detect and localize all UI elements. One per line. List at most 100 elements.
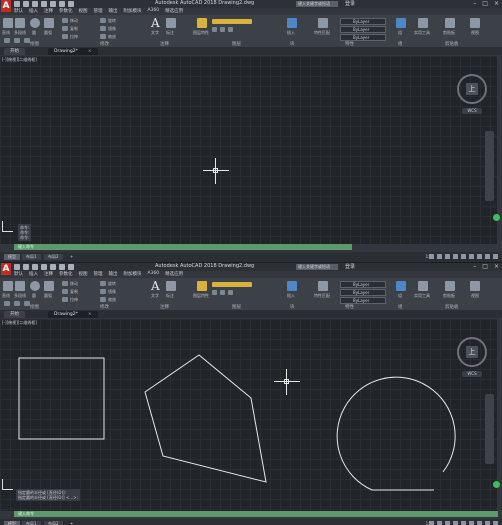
ribbon-tab[interactable]: 输出 <box>109 8 118 15</box>
layer-tool-icon[interactable] <box>212 290 217 295</box>
ribbon-tab[interactable]: 视图 <box>79 271 88 278</box>
layout-tab-2[interactable]: 布局2 <box>44 521 63 525</box>
search-input[interactable]: 键入关键字或短语 <box>296 264 338 270</box>
open-file-icon[interactable] <box>23 264 29 270</box>
lineweight-dropdown[interactable]: ByLayer <box>340 297 386 304</box>
ribbon-tab[interactable]: 附加模块 <box>124 271 142 278</box>
autocad-logo-icon[interactable]: A <box>1 263 11 275</box>
line-tool-icon[interactable] <box>3 18 13 28</box>
rectangle-tool-icon[interactable] <box>4 38 10 43</box>
ortho-icon[interactable] <box>453 521 458 525</box>
text-tool-icon[interactable]: A <box>151 280 161 292</box>
ribbon-tab[interactable]: 输出 <box>109 271 118 278</box>
layout-tab-1[interactable]: 布局1 <box>22 254 41 260</box>
tab-drawing2[interactable]: Drawing2* × <box>48 48 98 55</box>
rectangle-tool-icon[interactable] <box>4 301 10 306</box>
circle-tool-icon[interactable] <box>30 18 40 28</box>
ribbon-tab[interactable]: 注释 <box>44 271 53 278</box>
ribbon-tab[interactable]: 管理 <box>94 8 103 15</box>
redo-icon[interactable] <box>68 1 74 7</box>
drawn-square[interactable] <box>18 357 105 440</box>
workspace-icon[interactable] <box>485 254 490 259</box>
text-tool-icon[interactable]: A <box>151 17 161 29</box>
layer-properties-icon[interactable] <box>197 281 207 291</box>
tab-start[interactable]: 开始 <box>4 311 25 318</box>
ribbon-tab[interactable]: 精选应用 <box>165 8 183 15</box>
wcs-menu[interactable]: WCS <box>462 371 482 377</box>
ribbon-tab[interactable]: 精选应用 <box>165 271 183 278</box>
linetype-dropdown[interactable]: ByLayer <box>340 289 386 296</box>
clipboard-icon[interactable] <box>445 18 455 28</box>
insert-block-icon[interactable] <box>287 281 297 291</box>
ribbon-tab[interactable]: 默认 <box>14 271 23 278</box>
tab-drawing2[interactable]: Drawing2* × <box>48 311 98 318</box>
circle-tool-icon[interactable] <box>30 281 40 291</box>
layer-properties-icon[interactable] <box>197 18 207 28</box>
lineweight-icon[interactable] <box>477 521 482 525</box>
close-icon[interactable]: × <box>494 263 499 270</box>
save-icon[interactable] <box>32 264 38 270</box>
copy-icon[interactable] <box>62 26 68 31</box>
undo-icon[interactable] <box>59 1 65 7</box>
mirror-icon[interactable] <box>100 26 106 31</box>
close-icon[interactable]: × <box>494 0 499 7</box>
group-icon[interactable] <box>396 281 406 291</box>
stretch-icon[interactable] <box>62 297 68 302</box>
polar-icon[interactable] <box>461 254 466 259</box>
view-icon[interactable] <box>470 18 480 28</box>
add-layout-button[interactable]: + <box>66 521 77 525</box>
new-file-icon[interactable] <box>14 1 20 7</box>
command-line[interactable]: 键入命令 <box>14 511 498 517</box>
move-icon[interactable] <box>62 281 68 286</box>
polar-icon[interactable] <box>461 521 466 525</box>
model-space-icon[interactable] <box>429 254 434 259</box>
sign-in-link[interactable]: 登录 <box>345 263 355 270</box>
color-dropdown[interactable]: ByLayer <box>340 18 386 25</box>
color-dropdown[interactable]: ByLayer <box>340 281 386 288</box>
save-as-icon[interactable] <box>41 1 47 7</box>
drawing-canvas[interactable]: [-][俯视][二维线框] 上 WCS 命令: 命令: 命令: <box>0 56 497 244</box>
view-icon[interactable] <box>470 281 480 291</box>
viewcube[interactable]: 上 <box>457 74 487 104</box>
ribbon-tab[interactable]: A360 <box>148 271 160 278</box>
copy-icon[interactable] <box>62 289 68 294</box>
print-icon[interactable] <box>50 1 56 7</box>
layer-dropdown[interactable] <box>212 282 252 287</box>
rotate-icon[interactable] <box>100 18 106 23</box>
utilities-icon[interactable] <box>418 18 428 28</box>
command-line[interactable]: 键入命令 <box>14 244 352 250</box>
model-space-icon[interactable] <box>429 521 434 525</box>
ribbon-tab[interactable]: 插入 <box>29 271 38 278</box>
line-tool-icon[interactable] <box>3 281 13 291</box>
ribbon-tab[interactable]: 附加模块 <box>124 8 142 15</box>
drawing-canvas[interactable]: [-][俯视][二维线框] 上 WCS 指定圆的半径或 [直径(D)]: 指定圆的… <box>0 319 497 511</box>
ribbon-tab[interactable]: 视图 <box>79 8 88 15</box>
arc-tool-icon[interactable] <box>44 18 54 28</box>
layout-tab-1[interactable]: 布局1 <box>22 521 41 525</box>
match-properties-icon[interactable] <box>318 18 328 28</box>
drawn-pentagon[interactable] <box>144 354 267 483</box>
open-file-icon[interactable] <box>23 1 29 7</box>
ribbon-tab[interactable]: 参数化 <box>59 271 73 278</box>
redo-icon[interactable] <box>68 264 74 270</box>
drawn-circle[interactable] <box>336 376 456 491</box>
hatch-tool-icon[interactable] <box>14 301 20 306</box>
layer-tool-icon[interactable] <box>212 27 217 32</box>
ortho-icon[interactable] <box>453 254 458 259</box>
maximize-icon[interactable]: □ <box>482 263 488 270</box>
wcs-menu[interactable]: WCS <box>462 108 482 114</box>
polyline-tool-icon[interactable] <box>15 18 25 28</box>
rotate-icon[interactable] <box>100 281 106 286</box>
undo-icon[interactable] <box>59 264 65 270</box>
scale-icon[interactable] <box>100 297 106 302</box>
ribbon-tab[interactable]: 注释 <box>44 8 53 15</box>
layer-tool-icon[interactable] <box>228 27 233 32</box>
clipboard-icon[interactable] <box>445 281 455 291</box>
ribbon-tab[interactable]: 插入 <box>29 8 38 15</box>
match-properties-icon[interactable] <box>318 281 328 291</box>
osnap-icon[interactable] <box>469 521 474 525</box>
close-tab-icon[interactable]: × <box>88 49 92 54</box>
layer-dropdown[interactable] <box>212 19 252 24</box>
add-layout-button[interactable]: + <box>66 254 77 260</box>
layer-tool-icon[interactable] <box>220 290 225 295</box>
